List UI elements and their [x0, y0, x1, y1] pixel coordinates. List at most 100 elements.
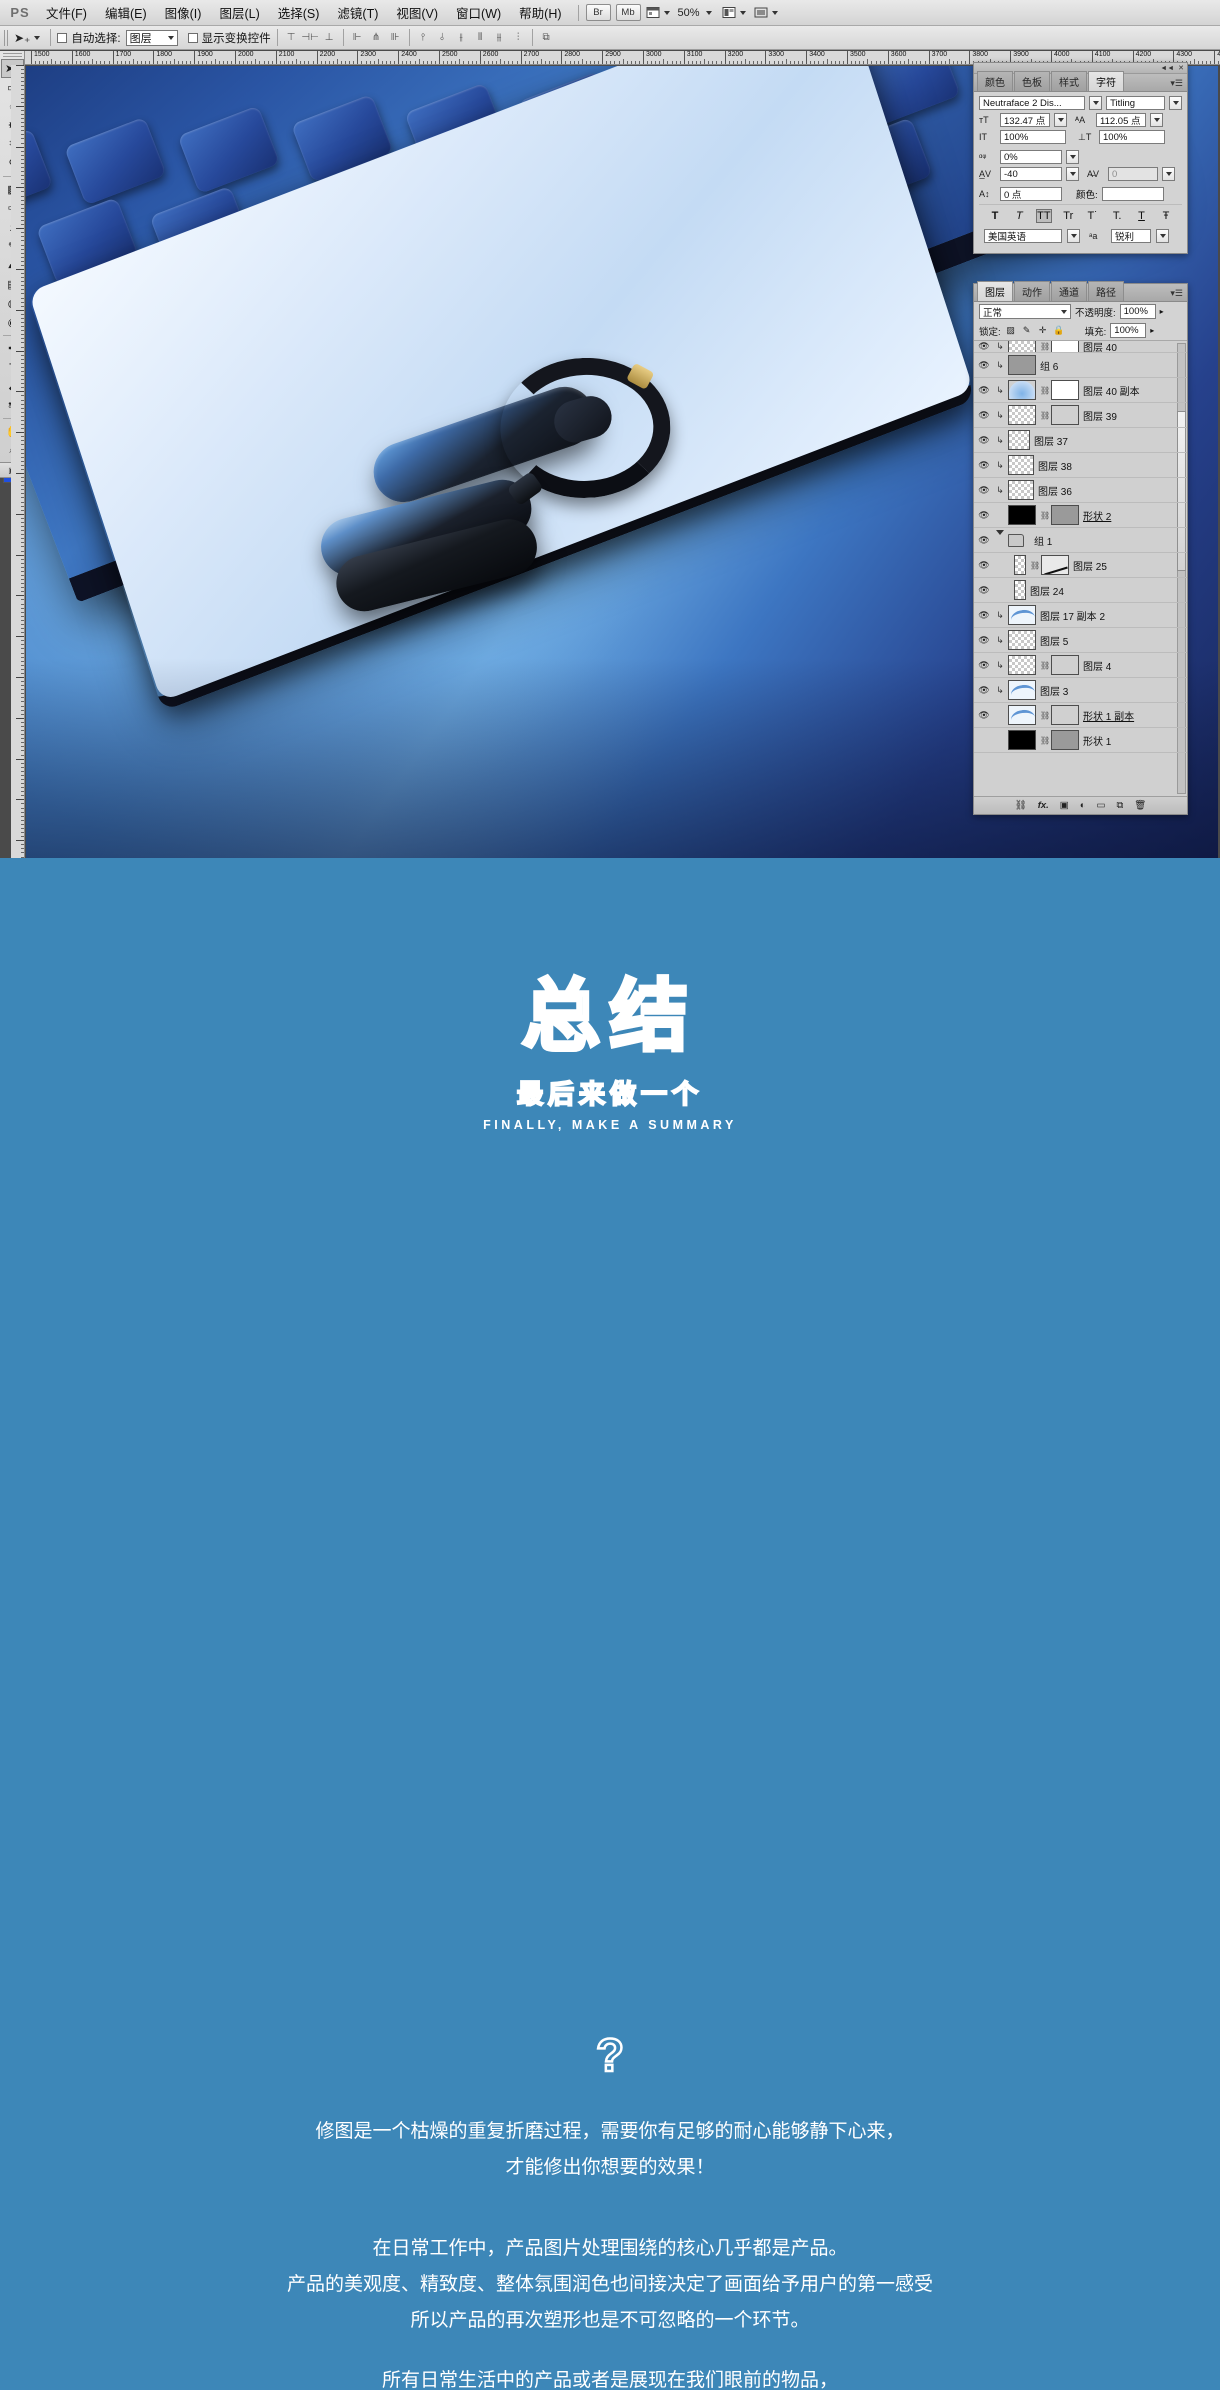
opacity-field[interactable]: 100% — [1119, 304, 1156, 319]
layer-thumbnail[interactable] — [1014, 580, 1026, 600]
layer-visibility-icon[interactable]: 👁 — [976, 710, 992, 721]
layer-visibility-icon[interactable]: 👁 — [976, 341, 992, 352]
layers-panel-menu-icon[interactable]: ▾☰ — [1170, 288, 1183, 299]
table-row[interactable]: 👁 ⛓ 形状 2 — [974, 503, 1187, 528]
lock-position-icon[interactable]: ✛ — [1037, 325, 1049, 336]
text-color-swatch[interactable] — [1101, 187, 1164, 201]
menu-filter[interactable]: 滤镜(T) — [328, 0, 387, 25]
leading-chevron-down-icon[interactable] — [1150, 113, 1163, 127]
layer-thumbnail[interactable] — [1008, 405, 1036, 425]
minibridge-button[interactable]: Mb — [615, 4, 641, 21]
baseline-shift-field[interactable]: 0 点 — [1000, 187, 1062, 201]
font-style-chevron-down-icon[interactable] — [1169, 96, 1183, 110]
tab-layers[interactable]: 图层 — [977, 281, 1013, 301]
tab-swatches[interactable]: 色板 — [1014, 71, 1050, 91]
layer-name[interactable]: 图层 39 — [1083, 408, 1117, 423]
layer-name[interactable]: 组 6 — [1040, 358, 1058, 373]
font-family-chevron-down-icon[interactable] — [1089, 96, 1103, 110]
align-bottom-edges-icon[interactable]: ⊥ — [322, 30, 337, 45]
toolbox-grip[interactable] — [3, 52, 22, 57]
layer-visibility-icon[interactable]: 👁 — [976, 460, 992, 471]
zoom-chevron-down-icon[interactable] — [705, 10, 712, 15]
menu-edit[interactable]: 编辑(E) — [96, 0, 156, 25]
new-layer-icon[interactable]: ⧉ — [1117, 800, 1124, 811]
table-row[interactable]: 👁 ⛓ 形状 1 副本 — [974, 703, 1187, 728]
antialias-select[interactable]: 锐利 — [1111, 229, 1151, 243]
layer-name[interactable]: 图层 40 — [1083, 341, 1117, 352]
layer-mask-thumbnail[interactable] — [1051, 380, 1079, 400]
tab-paths[interactable]: 路径 — [1088, 281, 1124, 301]
faux-italic-button[interactable]: T — [1011, 210, 1027, 222]
layer-visibility-icon[interactable]: 👁 — [976, 360, 992, 371]
font-style-select[interactable]: Titling — [1106, 96, 1166, 110]
menu-window[interactable]: 窗口(W) — [447, 0, 510, 25]
table-row[interactable]: 👁 ↳ 图层 17 副本 2 — [974, 603, 1187, 628]
layer-visibility-icon[interactable]: 👁 — [976, 685, 992, 696]
distribute-top-edges-icon[interactable]: ⫯ — [416, 30, 431, 45]
shape-color-thumbnail[interactable] — [1008, 730, 1036, 750]
fill-stepper-icon[interactable]: ▸ — [1150, 326, 1154, 335]
superscript-button[interactable]: T˙ — [1085, 210, 1101, 222]
small-caps-button[interactable]: Tr — [1060, 210, 1076, 222]
font-size-field[interactable]: 132.47 点 — [1000, 113, 1050, 127]
layer-visibility-icon[interactable]: 👁 — [976, 535, 992, 546]
vertical-scale-field[interactable]: 100% — [1000, 130, 1066, 144]
font-size-chevron-down-icon[interactable] — [1054, 113, 1067, 127]
tab-character[interactable]: 字符 — [1088, 71, 1124, 91]
collapse-icon[interactable]: ◄◄ — [1160, 65, 1174, 72]
layer-thumbnail[interactable] — [1008, 341, 1036, 352]
tracking-chevron-down-icon[interactable] — [1162, 167, 1175, 181]
layer-thumbnail[interactable] — [1008, 630, 1036, 650]
layer-thumbnail[interactable] — [1008, 655, 1036, 675]
close-icon[interactable]: ✕ — [1178, 64, 1184, 72]
table-row[interactable]: 👁 ↳ 图层 38 — [974, 453, 1187, 478]
show-transform-controls-checkbox[interactable] — [187, 32, 198, 43]
vector-mask-thumbnail[interactable] — [1051, 705, 1079, 725]
table-row[interactable]: ⛓ 形状 1 — [974, 728, 1187, 753]
vector-mask-thumbnail[interactable] — [1051, 505, 1079, 525]
layer-name[interactable]: 图层 17 副本 2 — [1040, 608, 1105, 623]
layer-thumbnail[interactable] — [1008, 455, 1034, 475]
lock-image-pixels-icon[interactable]: ✎ — [1021, 325, 1033, 336]
menu-help[interactable]: 帮助(H) — [510, 0, 570, 25]
screen-mode-icon[interactable] — [646, 6, 670, 19]
options-bar-grip[interactable] — [4, 29, 9, 46]
distribute-horizontal-centers-icon[interactable]: ⫵ — [492, 30, 507, 45]
menu-image[interactable]: 图像(I) — [156, 0, 211, 25]
layer-mask-thumbnail[interactable] — [1041, 555, 1069, 575]
menu-select[interactable]: 选择(S) — [269, 0, 329, 25]
table-row[interactable]: 👁 ↳ 图层 3 — [974, 678, 1187, 703]
layer-visibility-icon[interactable]: 👁 — [976, 510, 992, 521]
layer-visibility-icon[interactable]: 👁 — [976, 585, 992, 596]
shape-thumbnail[interactable] — [1008, 705, 1036, 725]
table-row[interactable]: 👁 图层 24 — [974, 578, 1187, 603]
table-row[interactable]: 👁 ↳ 组 6 — [974, 353, 1187, 378]
arrange-documents-icon[interactable] — [722, 6, 746, 19]
distribute-right-edges-icon[interactable]: ⫶ — [511, 30, 526, 45]
table-row[interactable]: 👁 ↳ ⛓ 图层 4 — [974, 653, 1187, 678]
language-chevron-down-icon[interactable] — [1067, 229, 1080, 243]
adjustment-layer-icon[interactable]: ◐ — [1080, 800, 1086, 811]
strikethrough-button[interactable]: Ŧ — [1158, 210, 1174, 222]
link-mask-icon[interactable]: ⛓ — [1040, 386, 1050, 395]
layer-name[interactable]: 图层 38 — [1038, 458, 1072, 473]
group-expand-icon[interactable] — [996, 530, 1004, 545]
layer-visibility-icon[interactable]: 👁 — [976, 660, 992, 671]
layer-name[interactable]: 图层 3 — [1040, 683, 1068, 698]
table-row[interactable]: 👁 ↳ ⛓ 图层 40 副本 — [974, 378, 1187, 403]
blend-mode-select[interactable]: 正常 — [979, 304, 1071, 319]
link-mask-icon[interactable]: ⛓ — [1040, 661, 1050, 670]
lock-transparent-pixels-icon[interactable]: ▨ — [1005, 325, 1017, 336]
link-mask-icon[interactable]: ⛓ — [1040, 511, 1050, 520]
metrics-field[interactable]: 0% — [1000, 150, 1062, 164]
vector-mask-thumbnail[interactable] — [1051, 730, 1079, 750]
auto-select-checkbox[interactable] — [57, 32, 68, 43]
layer-name[interactable]: 图层 25 — [1073, 558, 1107, 573]
tab-actions[interactable]: 动作 — [1014, 281, 1050, 301]
layer-mask-icon[interactable]: ▣ — [1060, 800, 1069, 811]
link-mask-icon[interactable]: ⛓ — [1030, 561, 1040, 570]
table-row[interactable]: 👁 组 1 — [974, 528, 1187, 553]
table-row[interactable]: 👁 ↳ ⛓ 图层 39 — [974, 403, 1187, 428]
tab-styles[interactable]: 样式 — [1051, 71, 1087, 91]
table-row[interactable]: 👁 ↳ 图层 5 — [974, 628, 1187, 653]
